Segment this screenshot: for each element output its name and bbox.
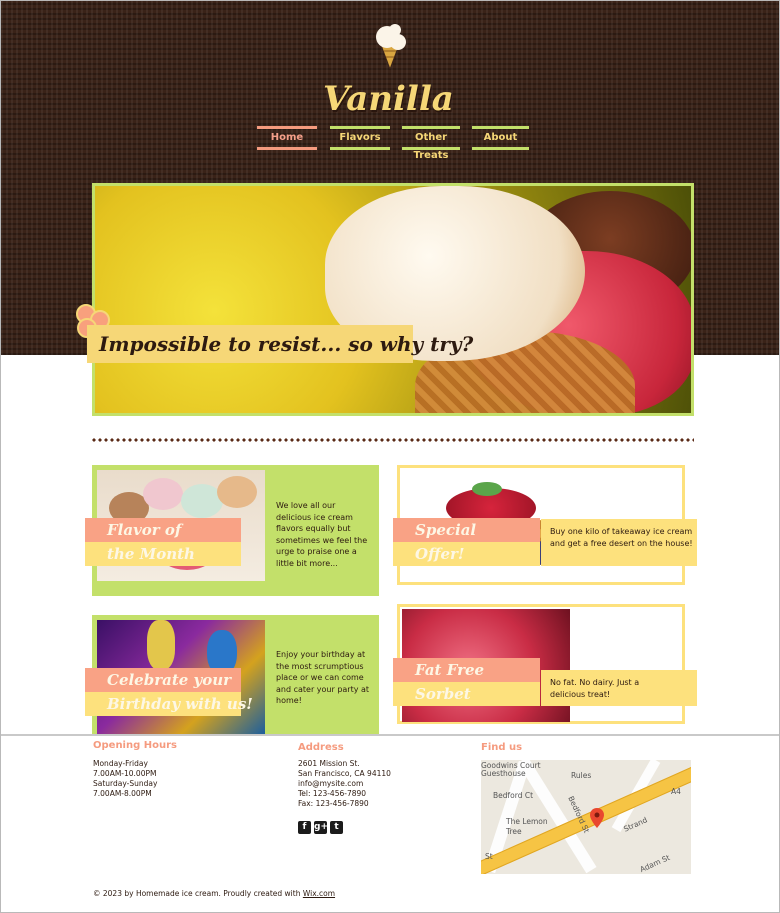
site-logo[interactable]: Vanilla: [323, 23, 463, 119]
flavor-ribbon-line2: the Month: [85, 542, 241, 566]
opening-hours-title: Opening Hours: [93, 740, 177, 751]
map-label: Rules: [571, 771, 592, 780]
dotted-divider: [91, 437, 694, 443]
sorbet-description: No fat. No dairy. Just a delicious treat…: [550, 678, 640, 699]
card-flavor-of-month[interactable]: Flavor of the Month We love all our deli…: [85, 465, 379, 596]
birthday-description: Enjoy your birthday at the most scrumpti…: [276, 650, 370, 705]
card-birthday[interactable]: Celebrate your Birthday with us! Enjoy y…: [85, 615, 379, 735]
sorbet-ribbon-line2: Sorbet: [393, 682, 540, 706]
flavor-description: We love all our delicious ice cream flav…: [276, 501, 368, 568]
map-pin-icon: [590, 808, 604, 828]
nav-other-treats[interactable]: Other Treats: [402, 126, 460, 161]
main-nav: Home Flavors Other Treats About: [1, 126, 779, 161]
nav-home[interactable]: Home: [257, 126, 317, 150]
address-title: Address: [298, 742, 344, 753]
special-description: Buy one kilo of takeaway ice cream and g…: [550, 527, 693, 548]
map-label: St: [485, 852, 493, 861]
card-special-offer[interactable]: Special Offer! Buy one kilo of takeaway …: [393, 465, 697, 585]
map-label: Adam St: [638, 852, 672, 874]
social-links: f g+ t: [298, 814, 346, 834]
special-ribbon-line2: Offer!: [393, 542, 540, 566]
map-label: The Lemon: [506, 817, 548, 826]
address-text: 2601 Mission St. San Francisco, CA 94110…: [298, 759, 391, 808]
sorbet-ribbon-line1: Fat Free: [393, 658, 540, 682]
facebook-icon[interactable]: f: [298, 821, 311, 834]
map-label: Guesthouse: [481, 769, 526, 778]
special-ribbon-line1: Special: [393, 518, 540, 542]
google-plus-icon[interactable]: g+: [314, 821, 328, 834]
wix-link[interactable]: Wix.com: [303, 889, 335, 898]
map-label: Bedford Ct: [493, 791, 534, 800]
opening-hours-text: Monday-Friday 7.00AM-10.00PM Saturday-Su…: [93, 759, 158, 798]
ice-cream-logo-icon: [376, 24, 406, 69]
nav-about[interactable]: About: [472, 126, 529, 150]
hero-image: [92, 183, 694, 416]
footer-divider: [1, 734, 779, 736]
card-sorbet[interactable]: Fat Free Sorbet No fat. No dairy. Just a…: [393, 604, 697, 724]
map-label: Tree: [506, 827, 522, 836]
nav-flavors[interactable]: Flavors: [330, 126, 390, 150]
page-frame: Vanilla Home Flavors Other Treats About …: [0, 0, 780, 913]
flavor-ribbon-line1: Flavor of: [85, 518, 241, 542]
location-map[interactable]: Goodwins Court Guesthouse Rules Bedford …: [481, 760, 691, 874]
birthday-ribbon-line2: Birthday with us!: [85, 692, 253, 716]
hero-caption: Impossible to resist... so why try?: [87, 325, 473, 363]
copyright: © 2023 by Homemade ice cream. Proudly cr…: [93, 889, 336, 898]
find-us-title: Find us: [481, 742, 523, 753]
site-name: Vanilla: [323, 79, 454, 119]
birthday-ribbon-line1: Celebrate your: [85, 668, 241, 692]
twitter-icon[interactable]: t: [330, 821, 343, 834]
map-label: A4: [671, 787, 681, 796]
